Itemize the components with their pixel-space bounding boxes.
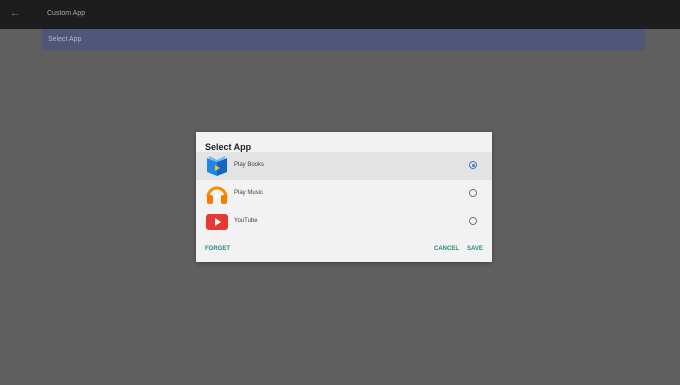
radio-button[interactable] [469,217,477,225]
app-option-label: Play Music [234,190,264,196]
app-option-youtube[interactable]: YouTube [196,208,492,236]
play-music-icon [206,186,228,204]
select-app-dialog: Select App Play Books Play Music YouTube… [196,132,492,262]
app-option-label: Play Books [234,162,265,168]
cancel-button[interactable]: CANCEL [434,245,459,254]
radio-button[interactable] [469,189,477,197]
back-arrow-icon[interactable]: ← [9,8,21,20]
select-app-setting-row[interactable]: Select App [42,29,645,50]
select-app-setting-label: Select App [48,36,82,43]
forget-button[interactable]: FORGET [205,245,230,254]
page-title: Custom App [47,10,86,17]
save-button[interactable]: SAVE [467,245,483,254]
youtube-icon [206,214,228,230]
app-option-play-music[interactable]: Play Music [196,180,492,208]
play-books-icon [207,156,227,176]
top-app-bar: ← Custom App [0,0,680,29]
radio-button-selected[interactable] [469,161,477,169]
app-option-label: YouTube [234,218,258,224]
app-option-play-books[interactable]: Play Books [196,152,492,180]
